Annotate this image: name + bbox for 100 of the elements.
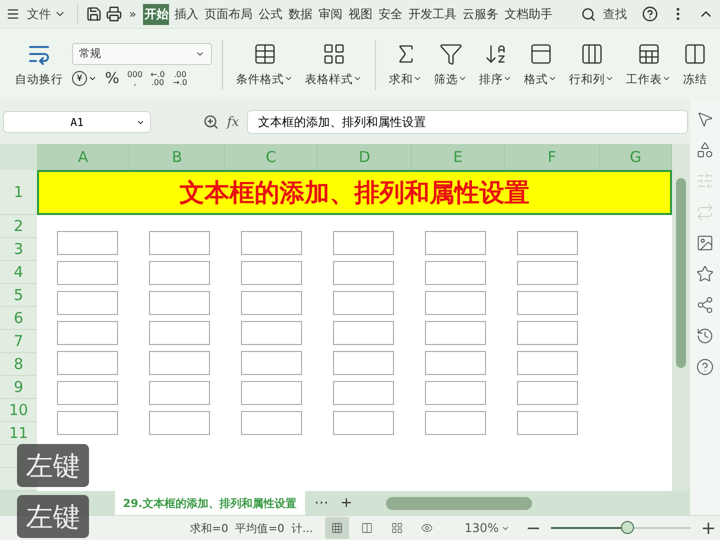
text-box[interactable] bbox=[425, 411, 486, 435]
text-box[interactable] bbox=[149, 411, 210, 435]
page-break-view-icon[interactable] bbox=[360, 520, 372, 536]
text-box[interactable] bbox=[57, 231, 118, 255]
text-box[interactable] bbox=[425, 321, 486, 345]
zoom-slider-thumb[interactable] bbox=[620, 521, 634, 534]
caret-icon[interactable] bbox=[413, 74, 422, 83]
image-icon[interactable] bbox=[696, 234, 714, 252]
text-box[interactable] bbox=[149, 351, 210, 375]
ribbon-button[interactable]: 行和列 bbox=[566, 40, 617, 89]
wrap-text-button[interactable]: 自动换行 bbox=[12, 40, 66, 89]
number-format-button[interactable]: .00 →.0 bbox=[172, 70, 188, 86]
scroll-thumb[interactable] bbox=[386, 496, 532, 510]
menu-tab[interactable]: 云服务 bbox=[461, 4, 500, 24]
menu-tab[interactable]: 页面布局 bbox=[203, 4, 254, 24]
menu-tab[interactable]: 开发工具 bbox=[407, 4, 458, 24]
menu-icon[interactable] bbox=[6, 7, 20, 21]
text-box[interactable] bbox=[333, 291, 394, 315]
text-box[interactable] bbox=[57, 291, 118, 315]
menu-tab[interactable]: 数据 bbox=[287, 4, 314, 24]
text-box[interactable] bbox=[241, 411, 302, 435]
text-box[interactable] bbox=[57, 261, 118, 285]
caret-icon[interactable] bbox=[458, 74, 467, 83]
more-sheets-button[interactable]: ⋯ bbox=[312, 495, 330, 511]
text-box[interactable] bbox=[517, 411, 578, 435]
zoom-search-icon[interactable] bbox=[203, 114, 219, 130]
text-box[interactable] bbox=[333, 381, 394, 405]
file-menu[interactable]: 文件 bbox=[24, 4, 69, 24]
text-box[interactable] bbox=[57, 351, 118, 375]
text-box[interactable] bbox=[333, 261, 394, 285]
text-box[interactable] bbox=[517, 261, 578, 285]
shapes-icon[interactable] bbox=[696, 141, 714, 159]
ribbon-button[interactable]: 工作表 bbox=[623, 40, 674, 89]
caret-icon[interactable] bbox=[88, 74, 97, 83]
number-format-button[interactable]: ←.0 .00 bbox=[150, 70, 165, 86]
text-box[interactable] bbox=[149, 381, 210, 405]
number-format-select[interactable]: 常规 bbox=[72, 42, 212, 64]
save-icon[interactable] bbox=[86, 6, 102, 22]
zoom-out-button[interactable]: − bbox=[522, 518, 545, 538]
ribbon-button[interactable]: 冻结 bbox=[680, 40, 710, 89]
text-box[interactable] bbox=[149, 231, 210, 255]
text-box[interactable] bbox=[149, 321, 210, 345]
table-style-icon[interactable] bbox=[322, 42, 346, 66]
function-label[interactable]: fx bbox=[227, 114, 240, 130]
ribbon-button[interactable]: 求和 bbox=[386, 40, 425, 89]
sheet-tab[interactable]: 29.文本框的添加、排列和属性设置 bbox=[115, 491, 304, 515]
text-box[interactable] bbox=[517, 291, 578, 315]
text-box[interactable] bbox=[333, 411, 394, 435]
page-layout-view-icon[interactable] bbox=[390, 520, 402, 536]
format-icon[interactable] bbox=[528, 42, 552, 66]
print-icon[interactable] bbox=[106, 6, 122, 22]
zoom-level[interactable]: 130% bbox=[458, 520, 516, 536]
caret-icon[interactable] bbox=[284, 74, 293, 83]
ribbon-button[interactable]: 条件格式 bbox=[233, 40, 296, 89]
text-box[interactable] bbox=[57, 381, 118, 405]
number-format-button[interactable]: % bbox=[105, 71, 120, 86]
search-button[interactable]: 查找 bbox=[600, 4, 630, 24]
text-box[interactable] bbox=[517, 231, 578, 255]
text-box[interactable] bbox=[517, 321, 578, 345]
freeze-icon[interactable] bbox=[683, 42, 707, 66]
text-box[interactable] bbox=[241, 261, 302, 285]
caret-icon[interactable] bbox=[548, 74, 557, 83]
text-box[interactable] bbox=[517, 381, 578, 405]
text-box[interactable] bbox=[425, 261, 486, 285]
ribbon-button[interactable]: 格式 bbox=[521, 40, 560, 89]
text-box[interactable] bbox=[241, 231, 302, 255]
menu-tab[interactable]: 开始 bbox=[143, 4, 170, 24]
caret-icon[interactable] bbox=[353, 74, 362, 83]
text-box[interactable] bbox=[241, 291, 302, 315]
menu-tab[interactable]: 视图 bbox=[347, 4, 374, 24]
text-box[interactable] bbox=[57, 411, 118, 435]
sheet-icon[interactable] bbox=[636, 42, 660, 66]
text-box[interactable] bbox=[241, 381, 302, 405]
ribbon-button[interactable]: 排序 bbox=[476, 40, 515, 89]
text-box[interactable] bbox=[241, 321, 302, 345]
ribbon-button[interactable]: 表格样式 bbox=[302, 40, 365, 89]
text-box[interactable] bbox=[333, 231, 394, 255]
number-format-button[interactable]: 000 , bbox=[127, 70, 143, 86]
share-icon[interactable] bbox=[696, 296, 714, 314]
text-box[interactable] bbox=[425, 381, 486, 405]
caret-icon[interactable] bbox=[662, 74, 671, 83]
text-box[interactable] bbox=[425, 351, 486, 375]
normal-view-icon[interactable] bbox=[330, 520, 342, 536]
star-icon[interactable] bbox=[696, 265, 714, 283]
view-button[interactable] bbox=[324, 517, 348, 539]
menu-tab[interactable]: 插入 bbox=[173, 4, 200, 24]
more-button[interactable]: » bbox=[126, 5, 140, 23]
text-box[interactable] bbox=[57, 321, 118, 345]
text-box[interactable] bbox=[149, 291, 210, 315]
menu-tab[interactable]: 安全 bbox=[377, 4, 404, 24]
menu-tab[interactable]: 审阅 bbox=[317, 4, 344, 24]
text-box[interactable] bbox=[425, 291, 486, 315]
text-box[interactable] bbox=[425, 231, 486, 255]
zoom-in-button[interactable]: + bbox=[696, 518, 720, 538]
caret-icon[interactable] bbox=[503, 74, 512, 83]
caret-icon[interactable] bbox=[605, 74, 614, 83]
text-box[interactable] bbox=[333, 351, 394, 375]
menu-tab[interactable]: 公式 bbox=[257, 4, 284, 24]
scroll-thumb[interactable] bbox=[676, 178, 686, 368]
help-icon[interactable] bbox=[642, 6, 658, 22]
